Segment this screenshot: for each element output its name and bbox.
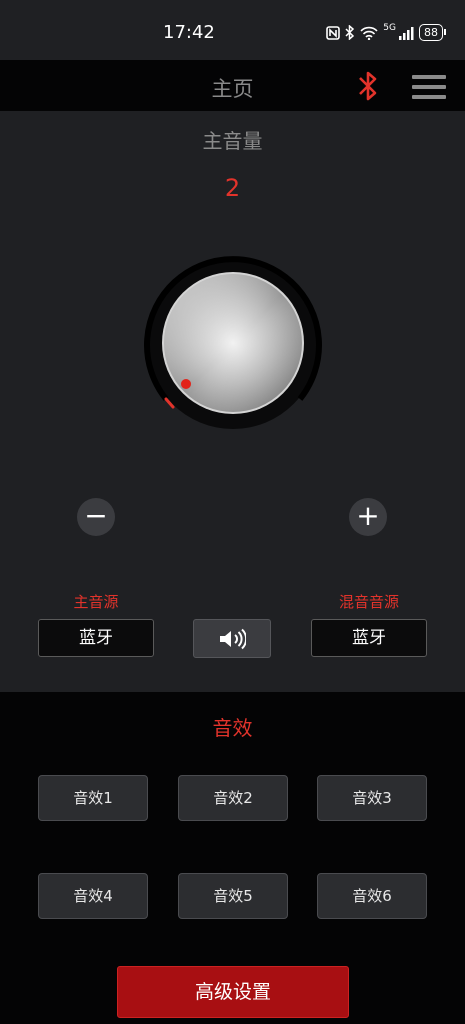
plus-icon: + — [356, 499, 380, 532]
minus-icon: − — [84, 499, 108, 532]
effect-button-2[interactable]: 音效2 — [178, 775, 288, 821]
effects-title: 音效 — [212, 716, 253, 740]
volume-decrease-button[interactable]: − — [77, 498, 115, 536]
battery-indicator: 88 — [419, 24, 446, 41]
mix-source-select[interactable]: 蓝牙 — [311, 619, 427, 657]
knob-indicator-dot — [181, 379, 191, 389]
advanced-settings-button[interactable]: 高级设置 — [117, 966, 349, 1018]
master-volume-value: 2 — [224, 174, 241, 202]
status-icons: 5G 88 — [326, 22, 446, 41]
main-source-label: 主音源 — [73, 593, 119, 611]
network-type-label: 5G — [383, 22, 396, 33]
main-source-select[interactable]: 蓝牙 — [38, 619, 154, 657]
effect-button-5[interactable]: 音效5 — [178, 873, 288, 919]
menu-icon[interactable] — [412, 75, 446, 105]
bluetooth-icon[interactable] — [357, 69, 379, 103]
page-title: 主页 — [211, 77, 254, 101]
master-volume-label: 主音量 — [202, 129, 263, 153]
effect-button-1[interactable]: 音效1 — [38, 775, 148, 821]
volume-knob[interactable] — [133, 253, 333, 453]
signal-icon — [399, 26, 414, 40]
wifi-icon — [360, 26, 378, 40]
effect-button-3[interactable]: 音效3 — [317, 775, 427, 821]
status-time: 17:42 — [163, 22, 215, 43]
app-header: 主页 — [0, 60, 465, 110]
volume-increase-button[interactable]: + — [349, 498, 387, 536]
volume-panel: 主音量 2 − + 主音源 蓝牙 混音音源 蓝牙 — [0, 111, 465, 692]
speaker-icon — [220, 628, 246, 649]
status-bar: 17:42 5G 88 — [0, 0, 465, 60]
effect-button-6[interactable]: 音效6 — [317, 873, 427, 919]
mix-source-label: 混音音源 — [338, 593, 399, 611]
nfc-icon — [326, 25, 341, 40]
speaker-button[interactable] — [193, 619, 271, 658]
bluetooth-status-icon — [345, 25, 355, 40]
effect-button-4[interactable]: 音效4 — [38, 873, 148, 919]
